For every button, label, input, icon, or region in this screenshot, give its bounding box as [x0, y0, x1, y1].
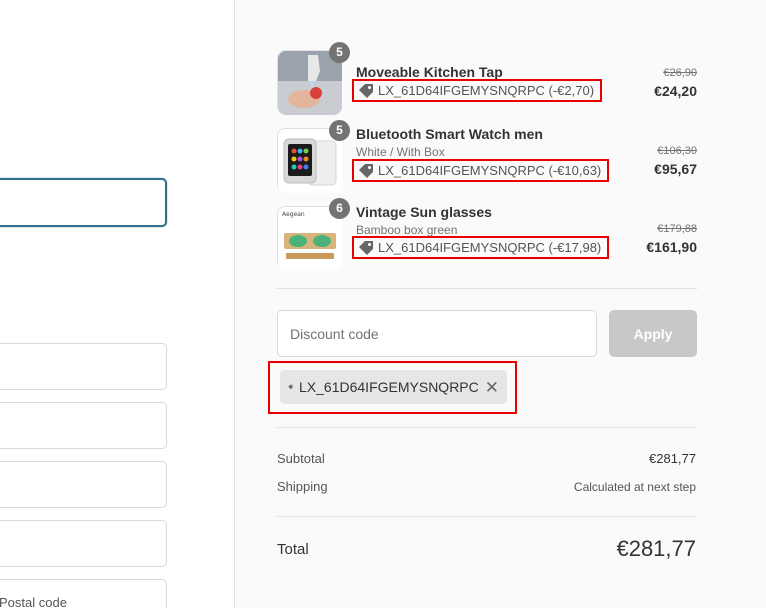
product-row: 5 Moveable Kitchen Tap LX_61D64IFGEMYSNQ… [277, 42, 697, 116]
focused-input-field[interactable] [0, 178, 167, 227]
tag-icon [359, 83, 373, 98]
form-input-field[interactable] [0, 520, 167, 567]
discounted-price: €24,20 [654, 83, 697, 99]
order-summary-panel: 5 Moveable Kitchen Tap LX_61D64IFGEMYSNQ… [234, 0, 766, 608]
tag-icon [288, 384, 293, 390]
quantity-badge: 5 [329, 120, 350, 141]
original-price: €26,90 [663, 67, 697, 79]
product-row: Aegean 6 Vintage Sun glasses Bamboo box … [277, 198, 697, 272]
tag-icon [359, 240, 373, 255]
original-price: €106,30 [657, 145, 697, 157]
close-icon[interactable]: ✕ [485, 379, 499, 396]
quantity-badge: 6 [329, 198, 350, 219]
product-discount-text: LX_61D64IFGEMYSNQRPC (-€10,63) [378, 163, 602, 178]
postal-code-label: Postal code [0, 595, 67, 608]
shipping-form-panel: Postal code [0, 0, 234, 608]
subtotal-value: €281,77 [649, 451, 696, 466]
applied-discount-highlight: LX_61D64IFGEMYSNQRPC ✕ [268, 361, 517, 414]
discounted-price: €161,90 [646, 239, 697, 255]
subtotal-label: Subtotal [277, 451, 325, 466]
product-discount-tag: LX_61D64IFGEMYSNQRPC (-€2,70) [352, 79, 603, 102]
original-price: €179,88 [657, 223, 697, 235]
product-discount-tag: LX_61D64IFGEMYSNQRPC (-€17,98) [352, 236, 610, 259]
form-input-field[interactable] [0, 402, 167, 449]
total-label: Total [277, 541, 309, 558]
tag-icon [359, 163, 373, 178]
form-input-field[interactable] [0, 461, 167, 508]
svg-text:Aegean: Aegean [282, 211, 305, 218]
quantity-badge: 5 [329, 42, 350, 63]
discount-code-input[interactable] [277, 310, 597, 357]
faucet-image: 5 [277, 42, 350, 115]
divider [277, 427, 697, 428]
product-variant: White / With Box [356, 145, 445, 159]
applied-discount-code: LX_61D64IFGEMYSNQRPC [299, 379, 479, 395]
apply-button[interactable]: Apply [609, 310, 697, 357]
postal-code-field[interactable]: Postal code [0, 579, 167, 608]
product-discount-text: LX_61D64IFGEMYSNQRPC (-€2,70) [378, 83, 595, 98]
total-value: €281,77 [616, 536, 696, 561]
smartwatch-image: 5 [277, 120, 350, 193]
product-name: Vintage Sun glasses [356, 204, 492, 220]
product-name: Bluetooth Smart Watch men [356, 126, 543, 142]
form-input-field[interactable] [0, 343, 167, 390]
divider [277, 288, 697, 289]
product-variant: Bamboo box green [356, 223, 458, 237]
product-row: 5 Bluetooth Smart Watch men White / With… [277, 120, 697, 194]
divider [277, 516, 697, 517]
shipping-value: Calculated at next step [573, 480, 696, 494]
product-name: Moveable Kitchen Tap [356, 64, 503, 80]
product-discount-text: LX_61D64IFGEMYSNQRPC (-€17,98) [378, 240, 602, 255]
discounted-price: €95,67 [654, 161, 697, 177]
shipping-label: Shipping [277, 479, 328, 494]
sunglasses-image: Aegean 6 [277, 198, 350, 271]
applied-discount-chip: LX_61D64IFGEMYSNQRPC ✕ [280, 370, 507, 404]
product-discount-tag: LX_61D64IFGEMYSNQRPC (-€10,63) [352, 159, 610, 182]
